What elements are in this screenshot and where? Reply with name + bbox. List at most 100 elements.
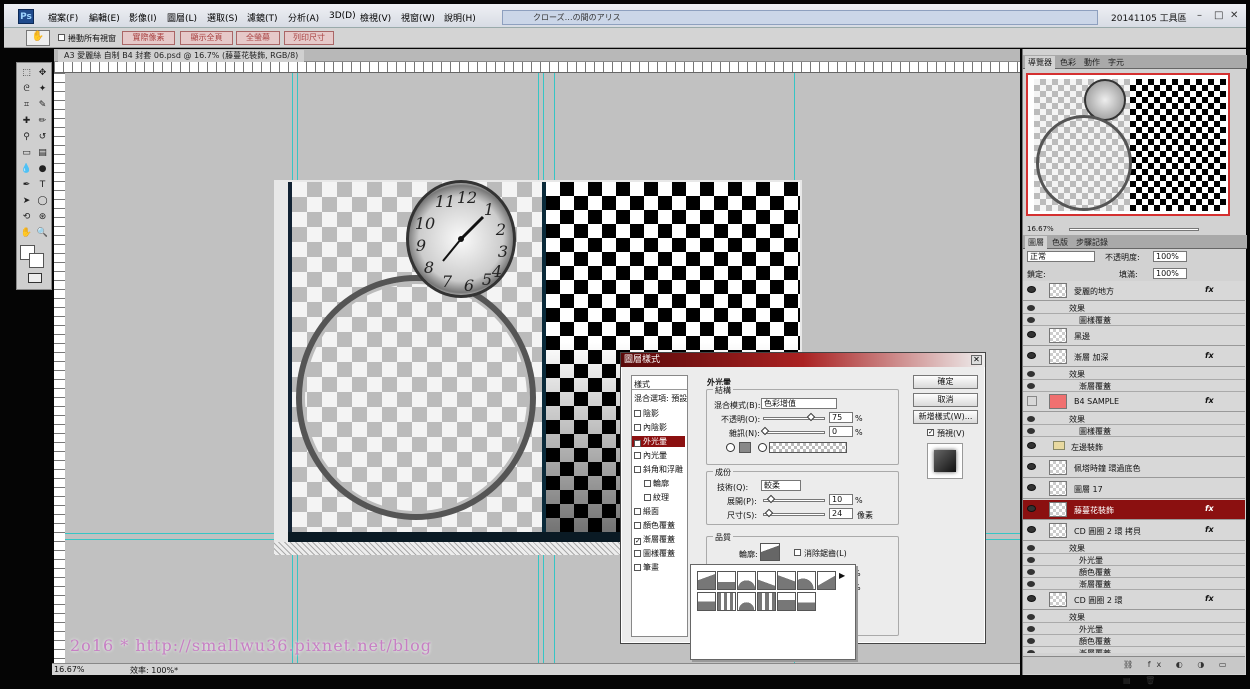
3d-orbit-icon[interactable]: ⊛ <box>36 211 49 224</box>
contour-preset[interactable] <box>777 592 796 611</box>
style-item[interactable]: ✓ 外光暈 <box>632 436 685 447</box>
style-item-checkbox[interactable] <box>644 480 651 487</box>
eyedropper-icon[interactable]: ✎ <box>36 99 49 112</box>
fill-input[interactable]: 100% <box>1153 268 1187 279</box>
effects-row[interactable]: 效果 <box>1023 542 1245 554</box>
pen-tool-icon[interactable]: ✒ <box>20 179 33 192</box>
hand-tool-preset-icon[interactable]: ✋ <box>26 30 50 46</box>
glow-gradient-picker[interactable] <box>769 442 847 453</box>
stamp-tool-icon[interactable]: ⚲ <box>20 131 33 144</box>
contour-preset[interactable] <box>697 592 716 611</box>
maximize-icon[interactable]: □ <box>1214 10 1223 21</box>
type-tool-icon[interactable]: T <box>36 179 49 192</box>
style-item-checkbox[interactable] <box>634 564 641 571</box>
visibility-eye-icon[interactable] <box>1027 545 1035 551</box>
tab-channels[interactable]: 色版 <box>1049 236 1071 249</box>
layer-row[interactable]: B4 SAMPLE fx <box>1023 392 1245 412</box>
contour-preset[interactable] <box>757 571 776 590</box>
layer-fx-icon[interactable]: fx <box>1205 285 1214 294</box>
navigator-zoom-slider[interactable] <box>1069 228 1199 231</box>
visibility-eye-icon[interactable] <box>1027 331 1036 338</box>
contour-preset[interactable] <box>717 592 736 611</box>
gradient-radio[interactable] <box>758 443 767 452</box>
layer-fx-icon[interactable]: fx <box>1205 504 1214 513</box>
tab-navigator[interactable]: 導覽器 <box>1025 56 1055 69</box>
effect-row[interactable]: 外光暈 <box>1023 554 1245 566</box>
layer-row[interactable]: 漸層 加深 fx <box>1023 347 1245 367</box>
contour-preset[interactable] <box>737 592 756 611</box>
history-brush-icon[interactable]: ↺ <box>36 131 49 144</box>
workspace-switcher[interactable]: 20141105 工具區 <box>1111 11 1187 24</box>
close-icon[interactable]: ✕ <box>1230 10 1238 21</box>
visibility-eye-icon[interactable] <box>1027 650 1035 653</box>
visibility-eye-icon[interactable] <box>1027 557 1035 563</box>
move-tool-icon[interactable]: ✥ <box>36 67 49 80</box>
shape-tool-icon[interactable]: ◯ <box>36 195 49 208</box>
preview-checkbox[interactable]: ✓ <box>927 429 934 436</box>
zoom-tool-icon[interactable]: 🔍 <box>36 227 49 240</box>
menu-image[interactable]: 影像(I) <box>129 11 157 24</box>
status-info[interactable]: 效率: 100%* <box>130 665 178 676</box>
visibility-eye-icon[interactable] <box>1027 428 1035 434</box>
contour-preset[interactable] <box>797 592 816 611</box>
marquee-tool-icon[interactable]: ⬚ <box>20 67 33 80</box>
style-item-checkbox[interactable]: ✓ <box>634 440 641 447</box>
background-color-swatch[interactable] <box>29 253 44 268</box>
brush-tool-icon[interactable]: ✏ <box>36 115 49 128</box>
visibility-eye-icon[interactable] <box>1027 371 1035 377</box>
style-item-checkbox[interactable] <box>634 424 641 431</box>
style-item-checkbox[interactable] <box>634 452 641 459</box>
visibility-eye-icon[interactable] <box>1027 286 1036 293</box>
layer-group[interactable]: 左邊裝飾 <box>1023 437 1245 457</box>
style-item[interactable]: 內光暈 <box>634 450 667 461</box>
visibility-eye-icon[interactable] <box>1027 581 1035 587</box>
status-zoom[interactable]: 16.67% <box>54 665 85 674</box>
menu-3d[interactable]: 3D(D) <box>329 11 356 21</box>
menu-analysis[interactable]: 分析(A) <box>288 11 319 24</box>
effect-row[interactable]: 外光暈 <box>1023 623 1245 635</box>
style-item[interactable]: ✓ 漸層覆蓋 <box>634 534 675 545</box>
layer-row[interactable]: 黑邊 <box>1023 326 1245 346</box>
color-radio[interactable] <box>726 443 735 452</box>
magic-wand-icon[interactable]: ✦ <box>36 83 49 96</box>
eraser-tool-icon[interactable]: ▭ <box>20 147 33 160</box>
style-item[interactable]: 圖樣覆蓋 <box>634 548 675 559</box>
tab-layers[interactable]: 圖層 <box>1025 236 1047 249</box>
contour-preset[interactable] <box>757 592 776 611</box>
layer-fx-icon[interactable]: fx <box>1205 525 1214 534</box>
document-tab[interactable]: A3 愛麗絲 自制 B4 封套 06.psd @ 16.7% (藤蔓花裝飾, R… <box>58 50 305 62</box>
path-select-icon[interactable]: ➤ <box>20 195 33 208</box>
visibility-eye-icon[interactable] <box>1027 484 1036 491</box>
noise-slider[interactable] <box>760 426 825 436</box>
visibility-eye-icon[interactable] <box>1027 352 1036 359</box>
style-item-checkbox[interactable] <box>634 508 641 515</box>
blur-tool-icon[interactable]: 💧 <box>20 163 33 176</box>
tab-color[interactable]: 色彩 <box>1057 56 1079 69</box>
tab-actions[interactable]: 動作 <box>1081 56 1103 69</box>
visibility-toggle[interactable] <box>1027 396 1037 406</box>
spread-slider[interactable] <box>763 494 825 504</box>
noise-input[interactable]: 0 <box>829 426 853 437</box>
visibility-eye-icon[interactable] <box>1027 569 1035 575</box>
contour-preset[interactable] <box>737 571 756 590</box>
layer-fx-icon[interactable]: fx <box>1205 351 1214 360</box>
style-item[interactable]: 輪廓 <box>644 478 669 489</box>
layer-row[interactable]: CD 圓圈 2 環 拷貝 fx <box>1023 521 1245 541</box>
menu-file[interactable]: 檔案(F) <box>48 11 78 24</box>
size-slider[interactable] <box>763 508 825 518</box>
visibility-eye-icon[interactable] <box>1027 626 1035 632</box>
3d-rotate-icon[interactable]: ⟲ <box>20 211 33 224</box>
spread-input[interactable]: 10 <box>829 494 853 505</box>
style-item-checkbox[interactable] <box>634 550 641 557</box>
visibility-eye-icon[interactable] <box>1027 305 1035 311</box>
lasso-tool-icon[interactable]: ᘓ <box>20 83 33 96</box>
antialias-checkbox[interactable] <box>794 549 801 556</box>
style-item[interactable]: 紋理 <box>644 492 669 503</box>
visibility-eye-icon[interactable] <box>1027 463 1036 470</box>
contour-preset[interactable] <box>717 571 736 590</box>
menu-window[interactable]: 視窗(W) <box>401 11 435 24</box>
fit-screen-button[interactable]: 顯示全頁 <box>180 31 233 45</box>
layer-row[interactable]: CD 圓圈 2 環 fx <box>1023 590 1245 610</box>
tab-history[interactable]: 步驟記錄 <box>1073 236 1111 249</box>
layer-fx-icon[interactable]: fx <box>1205 396 1214 405</box>
